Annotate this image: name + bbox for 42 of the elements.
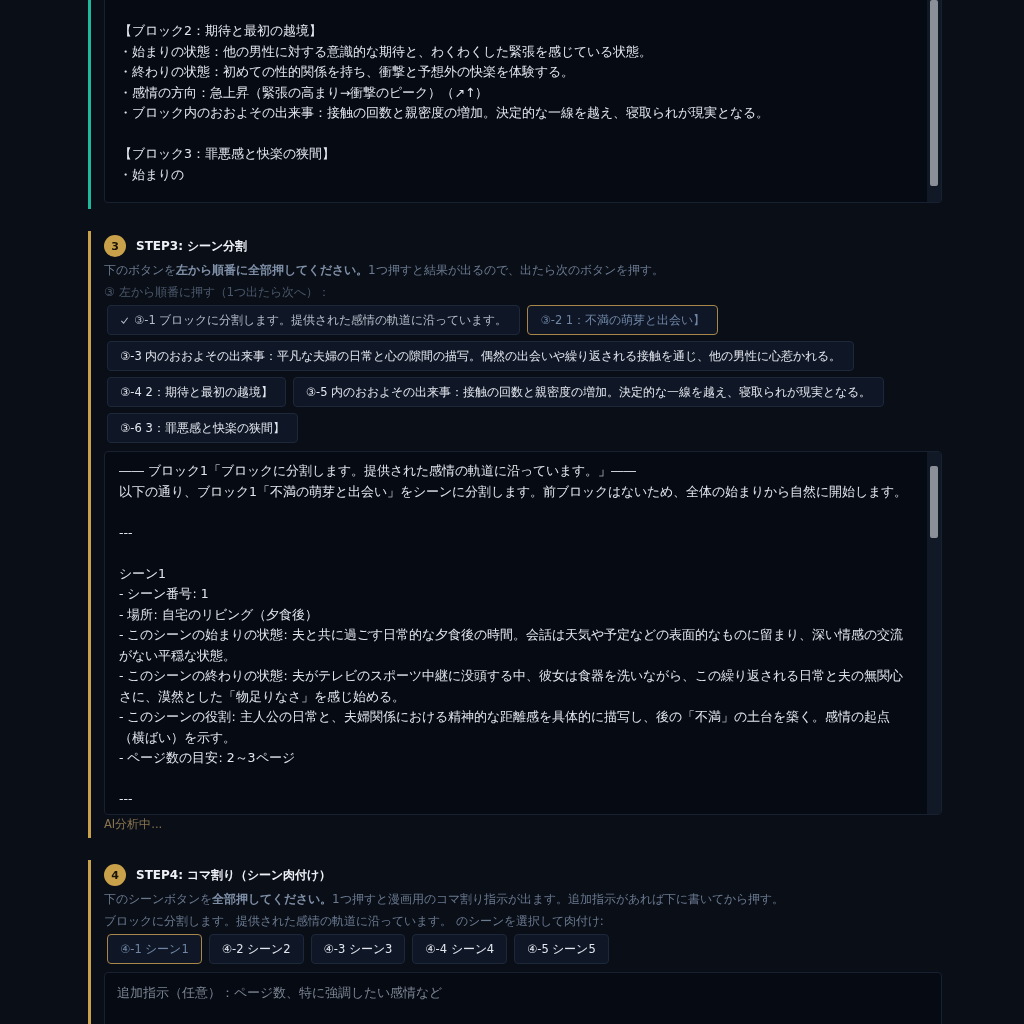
step-button[interactable]: ④-2 シーン2 <box>208 934 304 964</box>
step-title: STEP3: シーン分割 <box>136 237 248 255</box>
output-line: - このシーンの役割: 主人公の日常と、夫婦関係における精神的な距離感を具体的に描写し、後の「不満」の土台を築く。感情の起点（横ばい）を示す。 <box>119 708 891 747</box>
output-line: 以下の通り、ブロック1「不満の萌芽と出会い」をシーンに分割します。前ブロックはないため、全体の始まりから自然に開始します。 <box>119 482 908 501</box>
instruction-text: 下のシーンボタンを全部押してください。1つ押すと漫画用のコマ割り指示が出ます。追加指示があれば下に書いてから押す。 <box>104 891 785 908</box>
scrollbar[interactable] <box>927 0 941 202</box>
scrollbar[interactable] <box>927 452 941 814</box>
output-line: 【ブロック3：罪悪感と快楽の狭間】 <box>119 145 336 163</box>
output-line: --- <box>119 790 134 808</box>
output-line: ・始まりの <box>119 165 185 184</box>
step-button[interactable]: ③-3 内のおおよその出来事：平凡な夫婦の日常と心の隙間の描写。偶然の出会いや繰り返される接触を通じ、他の男性に心惹かれる。 <box>107 341 855 371</box>
output-line: --- <box>119 523 134 542</box>
status-text: AI分析中... <box>104 817 164 832</box>
step-button[interactable]: ④-4 シーン4 <box>412 934 507 964</box>
step-button[interactable]: ③-2 1：不満の萌芽と出会い】 <box>527 305 719 335</box>
output-line: シーン1 <box>119 564 167 583</box>
output-line: - このシーンの終わりの状態: 夫がテレビのスポーツ中継に没頭する中、彼女は食器を洗いながら、この繰り返される日常と夫の無関心さに、漠然とした「物足りなさ」を感じ始める。 <box>119 667 904 706</box>
output-line: ・終わりの状態：初めての性的関係を持ち、衝撃と予想外の快楽を体験する。 <box>119 63 575 81</box>
output-line: - ページ数の目安: 2～3ページ <box>119 749 296 767</box>
step-title: STEP4: コマ割り（シーン肉付け） <box>136 866 332 884</box>
instruction-text: 下のボタンを左から順番に全部押してください。1つ押すと結果が出るので、出たら次のボタンを押す。 <box>104 262 665 279</box>
hint-text: ブロックに分割します。提供された感情の軌道に沿っています。 のシーンを選択して肉付け: <box>104 913 605 930</box>
step-button[interactable]: ④-3 シーン3 <box>310 934 406 964</box>
step-button[interactable]: ④-1 シーン1 <box>107 934 202 964</box>
output-line: ・ブロック内のおおよその出来事：接触の回数と親密度の増加。決定的な一線を越え、寝取られが現実となる。 <box>119 104 770 122</box>
output-line: - このシーンの始まりの状態: 夫と共に過ごす日常的な夕食後の時間。会話は天気や予定などの表面的なものに留まり、深い情感の交流がない平穏な状態。 <box>119 626 904 665</box>
output-line: ―― ブロック1「ブロックに分割します。提供された感情の軌道に沿っています。」―― <box>119 462 637 480</box>
check-icon <box>120 315 129 325</box>
step-button[interactable]: ③-4 2：期待と最初の越境】 <box>107 377 286 407</box>
step-number-badge: 3 <box>104 235 126 257</box>
step-button[interactable]: ④-5 シーン5 <box>514 934 609 964</box>
step-button[interactable]: ③-1 ブロックに分割します。提供された感情の軌道に沿っています。 <box>107 305 521 335</box>
step-button[interactable]: ③-5 内のおおよその出来事：接触の回数と親密度の増加。決定的な一線を越え、寝取られが現実となる。 <box>292 377 885 407</box>
output-line: - シーン番号: 1 <box>119 585 210 603</box>
step-number-badge: 4 <box>104 864 126 886</box>
hint-text: ③ 左から順番に押す（1つ出たら次へ）： <box>104 284 332 301</box>
output-line: - 場所: 自宅のリビング（夕食後） <box>119 605 319 624</box>
step-button[interactable]: ③-6 3：罪悪感と快楽の狭間】 <box>107 413 298 443</box>
output-line: ・始まりの状態：他の男性に対する意識的な期待と、わくわくした緊張を感じている状態。 <box>119 42 653 61</box>
output-line: 【ブロック2：期待と最初の越境】 <box>119 22 323 40</box>
instruction-field[interactable]: 追加指示（任意）：ページ数、特に強調したい感情など <box>104 972 942 1024</box>
output-line: ・感情の方向：急上昇（緊張の高まり→衝撃のピーク）（↗↑） <box>119 83 490 102</box>
